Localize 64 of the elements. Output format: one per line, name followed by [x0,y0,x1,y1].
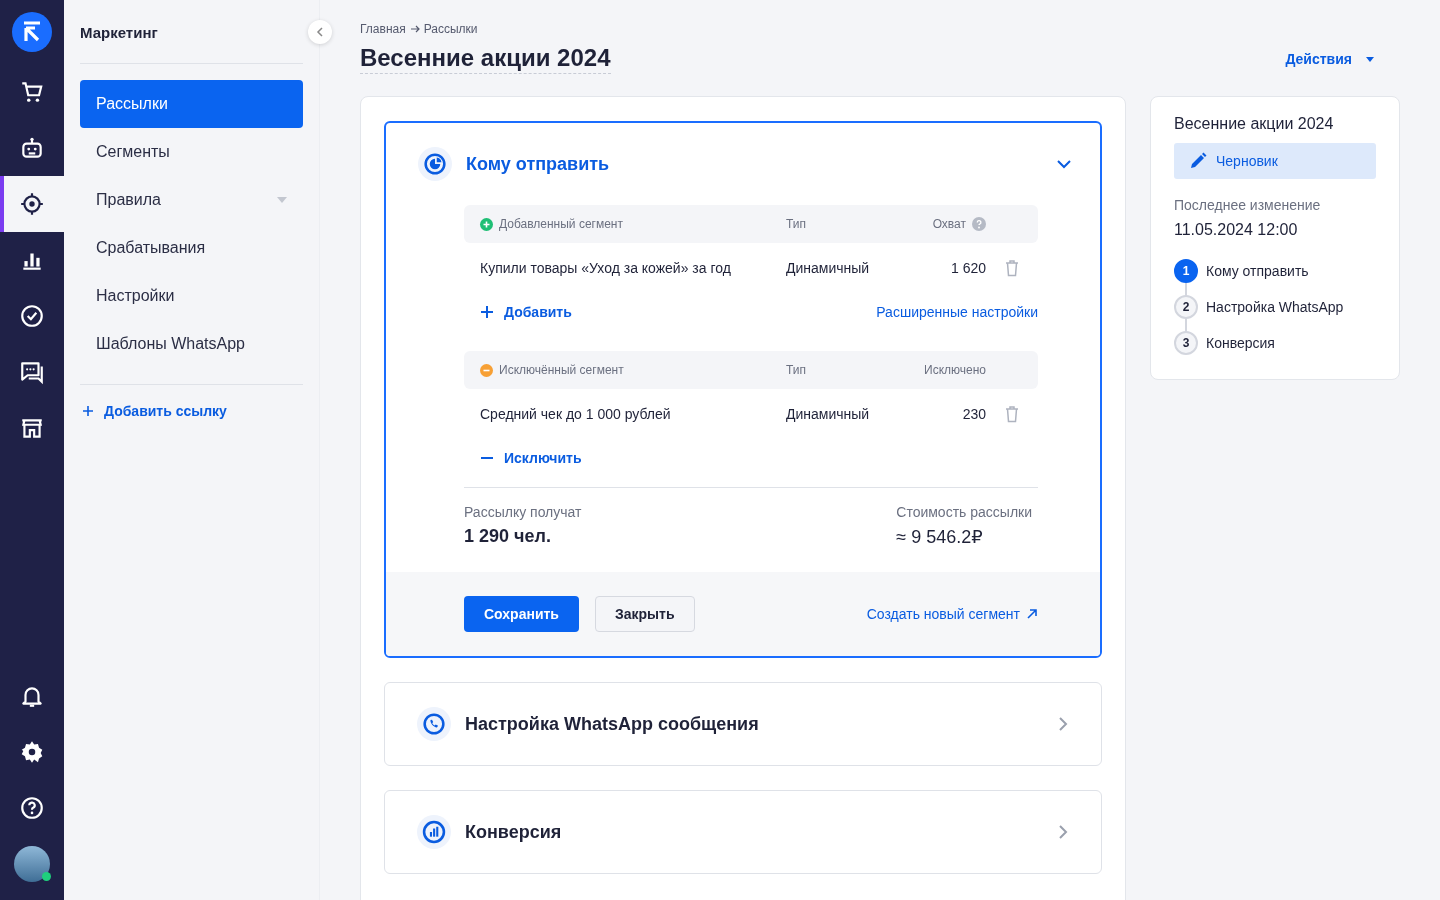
section-title[interactable]: Настройка WhatsApp сообщения [465,713,1041,735]
column-header: Тип [786,363,807,377]
column-header: Тип [786,217,807,231]
plus-icon [480,305,494,319]
logo-icon[interactable] [12,12,52,52]
chevron-left-icon [316,27,324,37]
plus-icon [82,405,94,417]
phone-bubble-icon [417,707,451,741]
summary-label: Рассылку получат [464,504,582,520]
external-link-icon [1026,608,1038,620]
actions-dropdown[interactable]: Действия [1279,50,1380,68]
sidebar-item[interactable]: Сегменты [80,128,303,176]
target-icon[interactable] [0,176,64,232]
close-button[interactable]: Закрыть [594,596,695,632]
caret-icon [1366,56,1374,62]
panel-title: Весенние акции 2024 [1174,115,1335,133]
add-link-button[interactable]: Добавить ссылку [82,403,227,419]
step-label[interactable]: Конверсия [1206,335,1275,351]
sidebar-title: Маркетинг [80,24,303,64]
advanced-settings-link[interactable]: Расширенные настройки [876,304,1038,320]
column-header: Исключённый сегмент [499,363,624,377]
sidebar-item[interactable]: Рассылки [80,80,303,128]
table-cell-text: 1 620 [949,260,986,276]
bar-chart-icon [417,815,451,849]
section-card[interactable]: Настройка WhatsApp сообщения [384,682,1102,766]
section-title[interactable]: Кому отправить [466,153,1042,175]
table-cell-text: Купили товары «Уход за кожей» за год [480,260,732,276]
column-header: Охват [932,217,966,231]
summary-value: ≈ 9 546.2₽ [896,526,984,548]
summary-value: 1 290 чел. [464,526,552,547]
column-header: Добавленный сегмент [499,217,623,231]
exclude-button[interactable]: Исключить [464,450,582,466]
step-label[interactable]: Кому отправить [1206,263,1309,279]
pie-chart-icon [418,147,452,181]
step-number: 1 [1174,259,1198,283]
page-title: Весенние акции 2024 [360,44,611,74]
table-cell-text: Динамичный [786,406,871,422]
section-card[interactable]: Конверсия [384,790,1102,874]
sidebar-item[interactable]: Настройки [80,272,303,320]
last-changed-label: Последнее изменение [1174,197,1322,213]
pencil-icon [1188,151,1208,171]
section-title[interactable]: Конверсия [465,821,1041,843]
save-button[interactable]: Сохранить [464,596,579,632]
summary-label: Стоимость рассылки [896,504,1032,520]
breadcrumb-link[interactable]: Рассылки [423,22,478,36]
add-button[interactable]: Добавить [464,304,572,320]
sidebar-item[interactable]: Шаблоны WhatsApp [80,320,303,368]
avatar[interactable] [14,846,50,882]
minus-icon [480,363,493,377]
plus-icon [480,217,493,231]
create-segment-link[interactable]: Создать новый сегмент [866,606,1038,622]
arrow-right-icon [409,24,420,34]
sidebar-item[interactable]: Правила [80,176,303,224]
table-cell-text: 230 [961,406,986,422]
step-number: 2 [1174,295,1198,319]
table-cell-text: Динамичный [786,260,871,276]
sidebar-item[interactable]: Срабатывания [80,224,303,272]
step-label[interactable]: Настройка WhatsApp [1206,299,1344,315]
breadcrumb-link[interactable]: Главная [360,22,406,36]
status-badge: Черновик [1174,143,1376,179]
table-cell-text: Средний чек до 1 000 рублей [480,406,672,422]
column-header: Исключено [924,363,986,377]
step-number: 3 [1174,331,1198,355]
last-changed-value: 11.05.2024 12:00 [1174,221,1299,239]
